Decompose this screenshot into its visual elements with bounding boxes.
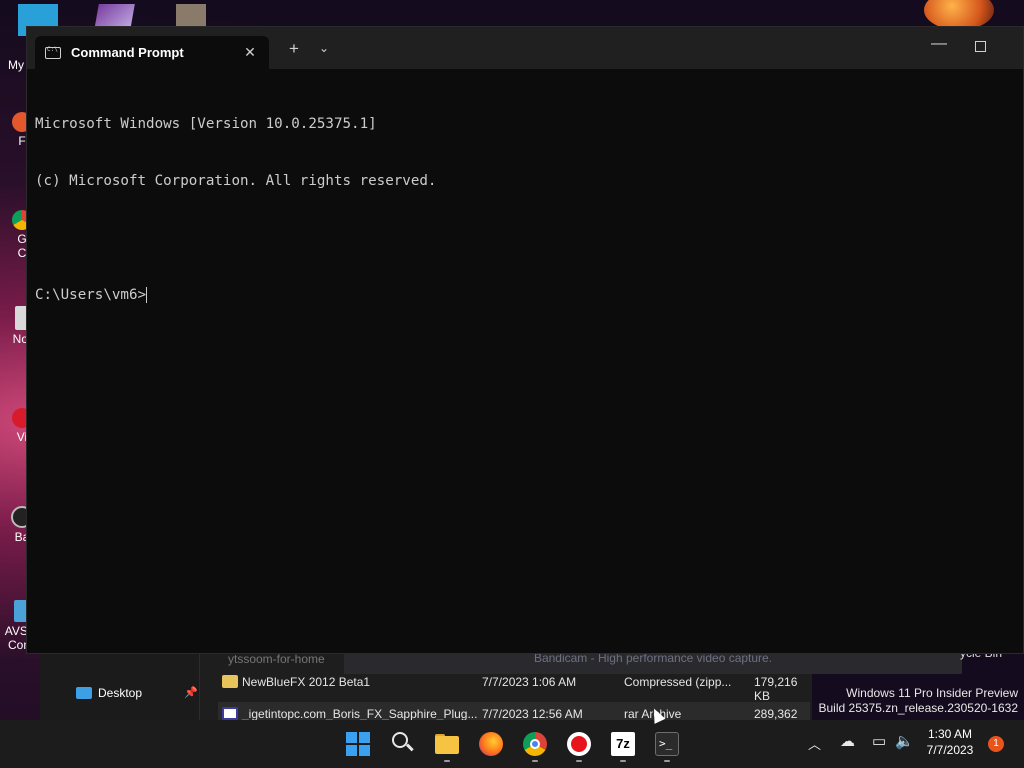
- console-line: Microsoft Windows [Version 10.0.25375.1]: [35, 116, 377, 132]
- nav-item-label: Desktop: [98, 686, 143, 700]
- running-indicator: [444, 760, 450, 762]
- cmd-icon: [45, 46, 61, 59]
- maximize-icon[interactable]: [975, 41, 986, 52]
- desktop-folder-icon: [76, 687, 92, 699]
- windows-watermark-line1: Windows 11 Pro Insider Preview: [846, 686, 1018, 700]
- running-indicator: [620, 760, 626, 762]
- console-line: (c) Microsoft Corporation. All rights re…: [35, 173, 437, 189]
- zip-folder-icon: [222, 675, 238, 688]
- clock[interactable]: 1:30 AM 7/7/2023: [912, 726, 988, 758]
- terminal-icon[interactable]: >_: [655, 732, 679, 756]
- bandicam-overlay: Bandicam - High performance video captur…: [344, 652, 962, 674]
- clock-time: 1:30 AM: [927, 727, 973, 741]
- nav-item-desktop[interactable]: Desktop: [76, 686, 142, 700]
- file-name: NewBlueFX 2012 Beta1: [242, 675, 371, 689]
- tab-close-icon[interactable]: ✕: [241, 44, 259, 61]
- tab-title: Command Prompt: [71, 45, 184, 60]
- cloud-offline-icon[interactable]: ☁: [840, 732, 855, 750]
- console-output[interactable]: Microsoft Windows [Version 10.0.25375.1]…: [27, 69, 1023, 343]
- chevron-down-icon[interactable]: ⌄: [319, 41, 329, 55]
- terminal-titlebar[interactable]: Command Prompt ✕ + ⌄ —: [27, 27, 1023, 69]
- chrome-icon[interactable]: [523, 732, 547, 756]
- running-indicator: [664, 760, 670, 762]
- notification-badge[interactable]: 1: [988, 736, 1004, 752]
- windows-watermark-line2: Build 25375.zn_release.230520-1632: [818, 701, 1019, 715]
- file-date: 7/7/2023 12:56 AM: [482, 707, 583, 721]
- running-indicator: [532, 760, 538, 762]
- 7zip-icon[interactable]: 7z: [611, 732, 635, 756]
- search-icon[interactable]: [392, 732, 416, 756]
- pin-icon[interactable]: 📌: [184, 686, 198, 699]
- file-explorer-icon[interactable]: [435, 732, 459, 756]
- clock-date: 7/7/2023: [926, 743, 974, 757]
- firefox-icon[interactable]: [479, 732, 503, 756]
- taskbar: 7z >_ ︿ ☁ ▭ 🔈 1:30 AM 7/7/2023 1: [0, 720, 1024, 768]
- file-name-partial: ytssoom-for-home: [228, 652, 325, 666]
- minimize-icon[interactable]: —: [931, 35, 947, 53]
- volume-icon[interactable]: 🔈: [895, 732, 914, 750]
- text-cursor: [146, 287, 148, 303]
- desktop-icon-label: F: [18, 134, 26, 148]
- new-tab-plus-icon[interactable]: +: [289, 39, 299, 59]
- tab-command-prompt[interactable]: Command Prompt ✕: [35, 36, 269, 69]
- console-prompt-line[interactable]: C:\Users\vm6>: [35, 286, 1023, 305]
- bandicam-record-icon[interactable]: [567, 732, 591, 756]
- chevron-up-icon[interactable]: ︿: [808, 734, 821, 753]
- running-indicator: [576, 760, 582, 762]
- terminal-window[interactable]: Command Prompt ✕ + ⌄ — Microsoft Windows…: [26, 26, 1024, 654]
- file-type: Compressed (zipp...: [624, 675, 732, 689]
- network-icon[interactable]: ▭: [872, 732, 886, 750]
- file-name: _igetintopc.com_Boris_FX_Sapphire_Plug..…: [242, 707, 478, 721]
- start-windows-icon[interactable]: [346, 732, 370, 756]
- navigation-pane: Desktop 📌: [40, 652, 200, 720]
- file-size: 179,216 KB: [754, 675, 798, 703]
- file-date: 7/7/2023 1:06 AM: [482, 675, 577, 689]
- rar-icon: [222, 707, 238, 720]
- console-prompt: C:\Users\vm6>: [35, 287, 147, 303]
